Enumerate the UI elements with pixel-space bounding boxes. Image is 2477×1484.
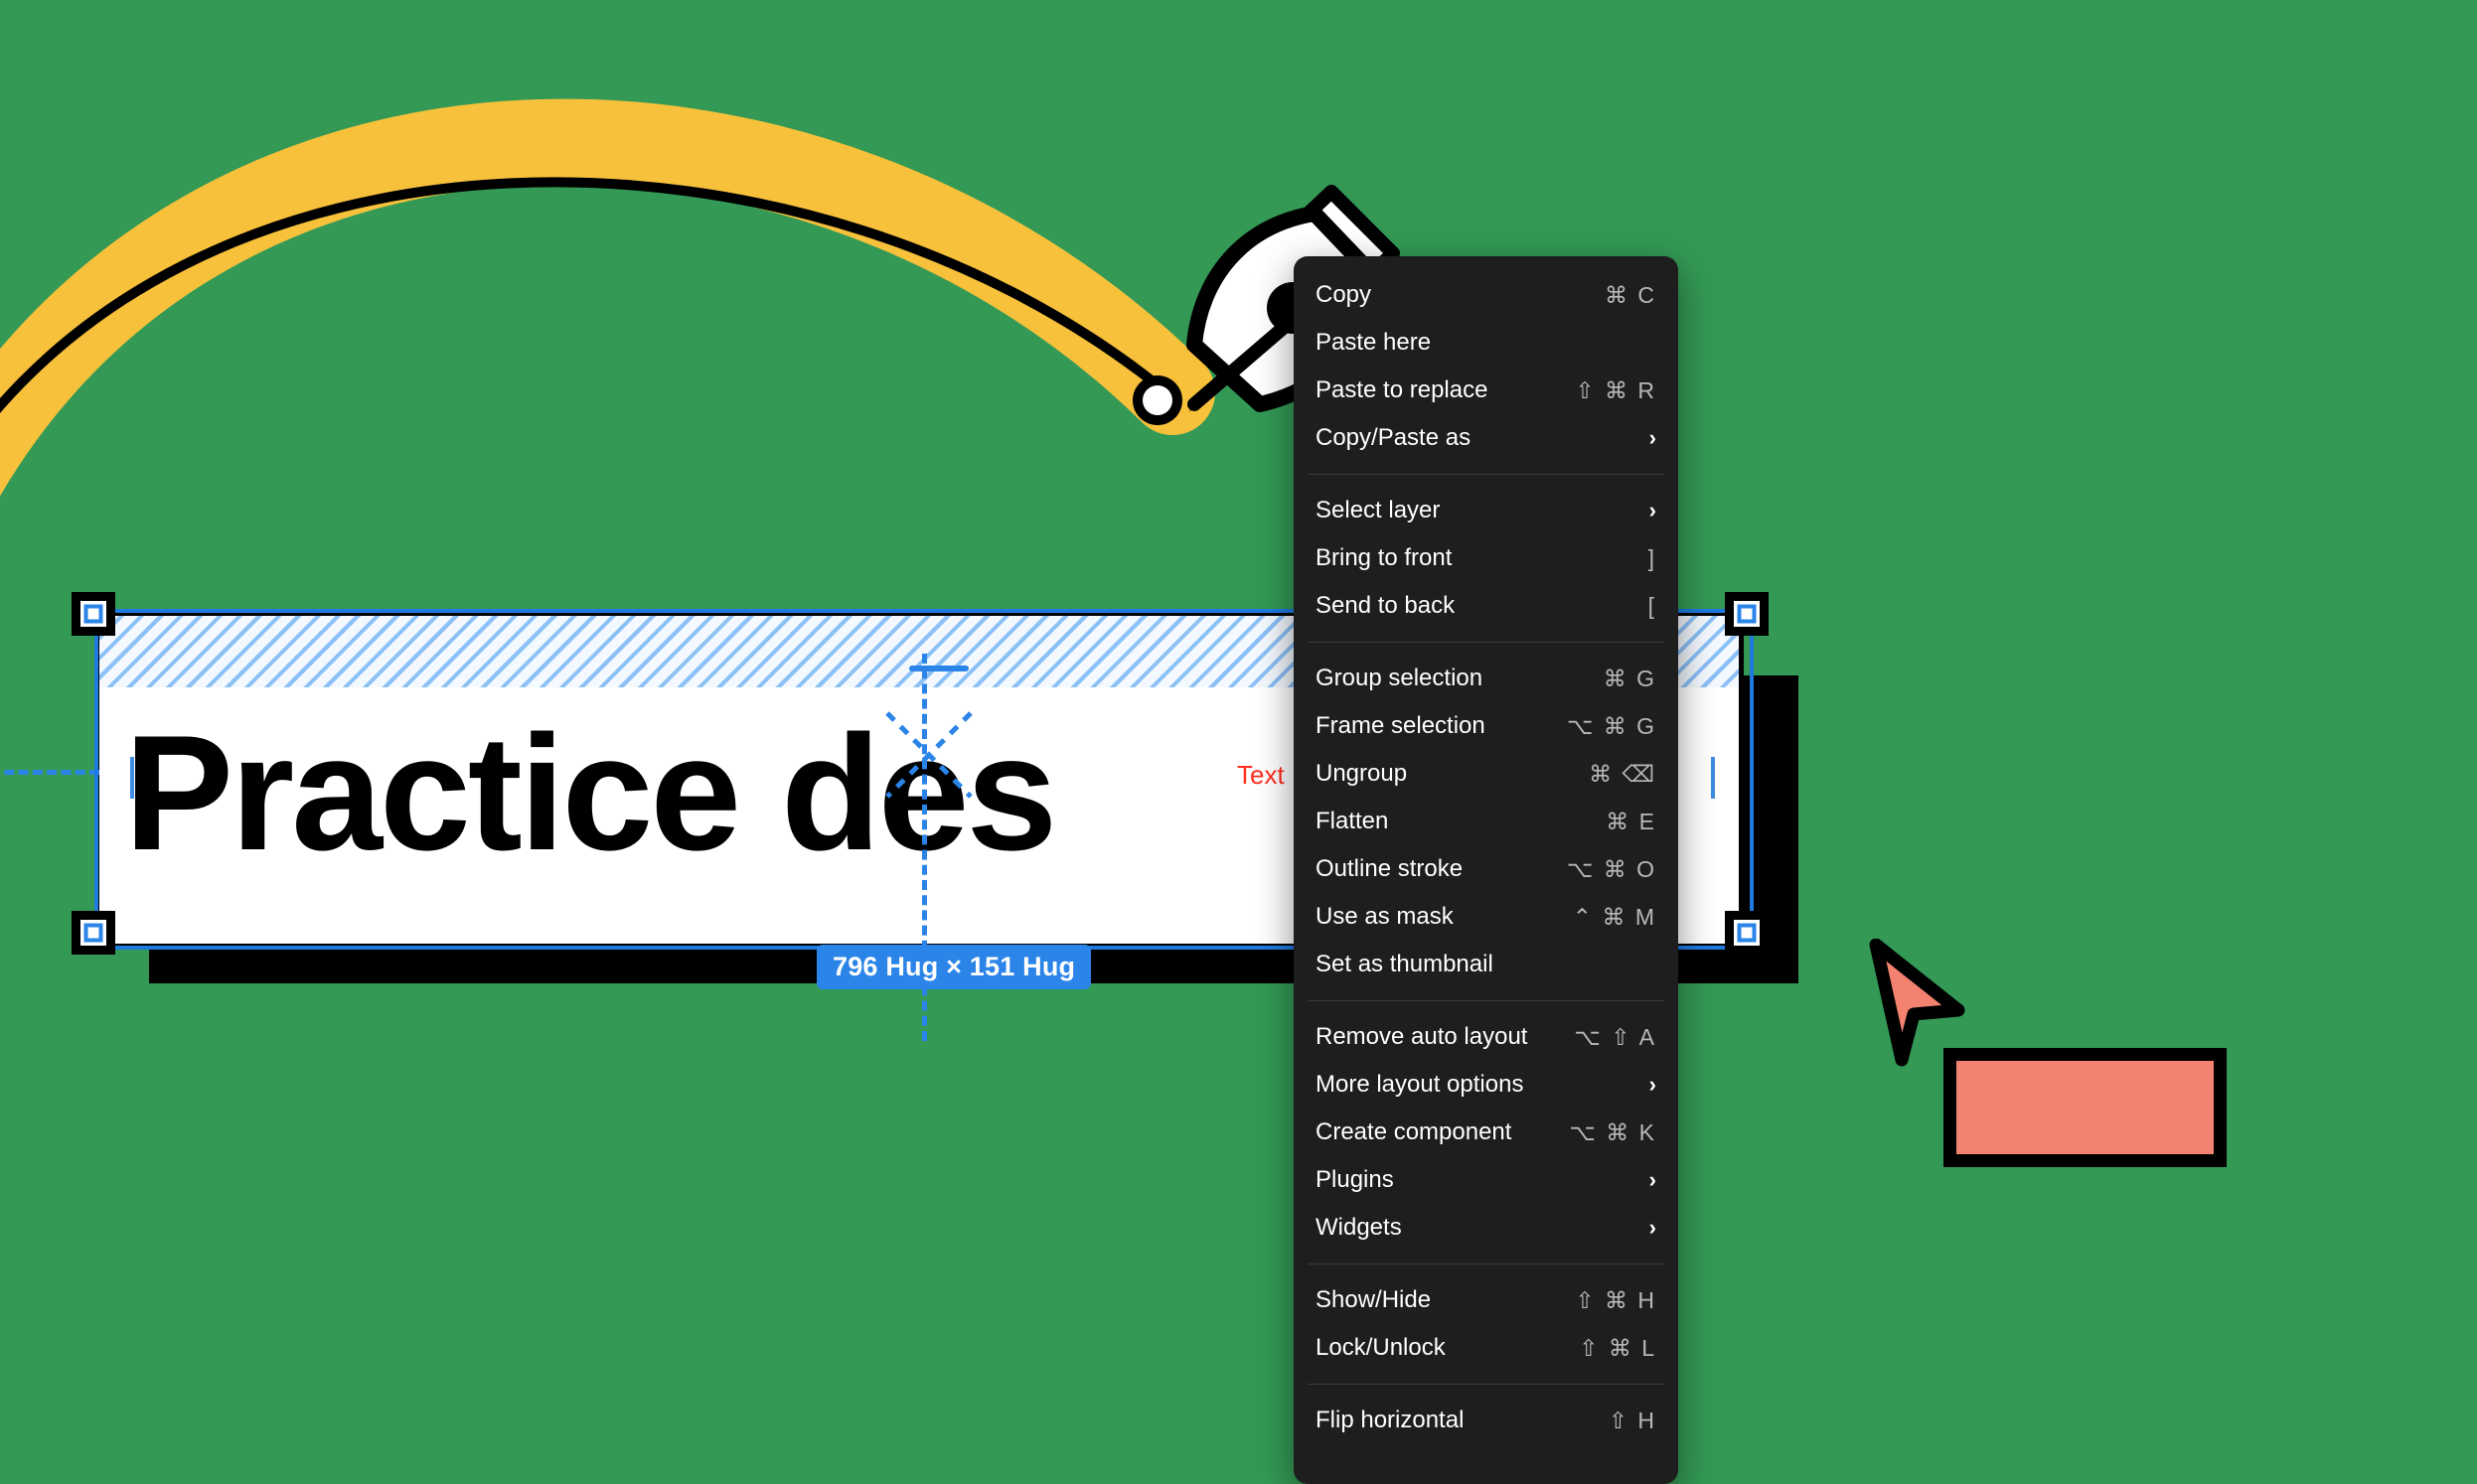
chevron-right-icon: ›: [1648, 1167, 1656, 1192]
chevron-right-icon: ›: [1648, 1072, 1656, 1097]
menu-item-label: Frame selection: [1316, 712, 1485, 739]
menu-item-label: Ungroup: [1316, 760, 1408, 787]
chevron-right-icon: ›: [1648, 498, 1656, 522]
text-baseline-tick-left: [130, 757, 134, 799]
menu-item-set-as-thumbnail[interactable]: Set as thumbnail: [1294, 941, 1678, 988]
menu-item-group-selection[interactable]: Group selection ⌘ G: [1294, 655, 1678, 702]
center-guide-top-mark: [909, 666, 969, 671]
menu-item-ungroup[interactable]: Ungroup ⌘ ⌫: [1294, 750, 1678, 798]
menu-item-shortcut: ⌥ ⌘ G: [1566, 712, 1656, 739]
menu-item-label: Create component: [1316, 1118, 1512, 1145]
menu-item-label: Bring to front: [1316, 544, 1453, 571]
menu-item-shortcut: ⇧ ⌘ H: [1575, 1286, 1656, 1313]
chevron-right-icon: ›: [1648, 1215, 1656, 1240]
menu-item-label: Copy/Paste as: [1316, 424, 1471, 451]
menu-item-label: Widgets: [1316, 1214, 1402, 1241]
resize-handle-top-left[interactable]: [72, 592, 115, 636]
menu-item-label: Flatten: [1316, 808, 1389, 834]
menu-item-label: Copy: [1316, 281, 1372, 308]
context-menu[interactable]: Copy ⌘ C Paste here Paste to replace ⇧ ⌘…: [1294, 256, 1678, 1484]
context-menu-group: Remove auto layout ⌥ ⇧ A More layout opt…: [1294, 1009, 1678, 1256]
context-menu-group: Flip horizontal ⇧ H: [1294, 1393, 1678, 1448]
menu-item-more-layout-options[interactable]: More layout options ›: [1294, 1061, 1678, 1109]
text-baseline-tick-right: [1711, 757, 1715, 799]
menu-item-frame-selection[interactable]: Frame selection ⌥ ⌘ G: [1294, 702, 1678, 750]
resize-handle-bottom-right[interactable]: [1725, 911, 1769, 955]
menu-item-copy[interactable]: Copy ⌘ C: [1294, 271, 1678, 319]
menu-item-shortcut: ⇧ H: [1608, 1407, 1656, 1433]
menu-item-label: Outline stroke: [1316, 855, 1464, 882]
context-menu-group: Copy ⌘ C Paste here Paste to replace ⇧ ⌘…: [1294, 267, 1678, 466]
context-menu-group: Select layer › Bring to front ] Send to …: [1294, 483, 1678, 634]
menu-item-label: Paste to replace: [1316, 376, 1488, 403]
menu-divider: [1308, 1384, 1664, 1385]
menu-divider: [1308, 1263, 1664, 1264]
menu-item-shortcut: ]: [1647, 544, 1656, 571]
menu-item-flip-horizontal[interactable]: Flip horizontal ⇧ H: [1294, 1397, 1678, 1444]
salmon-rectangle-shape[interactable]: [1943, 1048, 2227, 1167]
menu-item-select-layer[interactable]: Select layer ›: [1294, 487, 1678, 534]
menu-item-label: Group selection: [1316, 665, 1483, 691]
menu-item-shortcut: ⌘ ⌫: [1589, 760, 1656, 787]
arrow-cursor-icon: [1869, 939, 1965, 1067]
context-menu-group: Show/Hide ⇧ ⌘ H Lock/Unlock ⇧ ⌘ L: [1294, 1272, 1678, 1376]
menu-item-label: Show/Hide: [1316, 1286, 1432, 1313]
menu-item-label: Set as thumbnail: [1316, 951, 1493, 977]
menu-item-remove-auto-layout[interactable]: Remove auto layout ⌥ ⇧ A: [1294, 1013, 1678, 1061]
menu-item-send-to-back[interactable]: Send to back [: [1294, 582, 1678, 630]
menu-item-flatten[interactable]: Flatten ⌘ E: [1294, 798, 1678, 845]
menu-item-create-component[interactable]: Create component ⌥ ⌘ K: [1294, 1109, 1678, 1156]
menu-item-label: Use as mask: [1316, 903, 1454, 930]
menu-divider: [1308, 474, 1664, 475]
menu-item-shortcut: ⌥ ⌘ K: [1569, 1118, 1656, 1145]
menu-item-label: Paste here: [1316, 329, 1432, 356]
menu-item-shortcut: ⌘ G: [1603, 665, 1656, 691]
horizontal-align-guide: [0, 770, 99, 775]
size-badge: 796 Hug × 151 Hug: [817, 945, 1092, 989]
menu-item-label: Remove auto layout: [1316, 1023, 1528, 1050]
menu-item-shortcut: ⌥ ⇧ A: [1574, 1023, 1656, 1050]
menu-item-shortcut: [: [1647, 592, 1656, 619]
menu-item-lock-unlock[interactable]: Lock/Unlock ⇧ ⌘ L: [1294, 1324, 1678, 1372]
design-canvas[interactable]: Practice des Text 796 Hug × 151 Hug Copy: [0, 0, 2477, 1484]
menu-item-label: More layout options: [1316, 1071, 1524, 1098]
center-crosshair-guide: [885, 711, 973, 799]
menu-item-copy-paste-as[interactable]: Copy/Paste as ›: [1294, 414, 1678, 462]
menu-item-shortcut: ⌥ ⌘ O: [1566, 855, 1656, 882]
resize-handle-bottom-left[interactable]: [72, 911, 115, 955]
menu-item-shortcut: ⌃ ⌘ M: [1572, 903, 1656, 930]
context-menu-group: Group selection ⌘ G Frame selection ⌥ ⌘ …: [1294, 651, 1678, 992]
menu-item-shortcut: ⌘ C: [1605, 281, 1656, 308]
menu-item-paste-here[interactable]: Paste here: [1294, 319, 1678, 367]
menu-item-bring-to-front[interactable]: Bring to front ]: [1294, 534, 1678, 582]
menu-item-paste-to-replace[interactable]: Paste to replace ⇧ ⌘ R: [1294, 367, 1678, 414]
menu-item-outline-stroke[interactable]: Outline stroke ⌥ ⌘ O: [1294, 845, 1678, 893]
menu-item-show-hide[interactable]: Show/Hide ⇧ ⌘ H: [1294, 1276, 1678, 1324]
menu-item-shortcut: ⇧ ⌘ L: [1579, 1334, 1656, 1361]
menu-divider: [1308, 1000, 1664, 1001]
chevron-right-icon: ›: [1648, 425, 1656, 450]
menu-item-label: Plugins: [1316, 1166, 1394, 1193]
menu-item-shortcut: ⌘ E: [1606, 808, 1656, 834]
text-layer-name-badge: Text: [1237, 760, 1285, 790]
menu-item-label: Send to back: [1316, 592, 1456, 619]
menu-item-widgets[interactable]: Widgets ›: [1294, 1204, 1678, 1252]
menu-item-label: Lock/Unlock: [1316, 1334, 1446, 1361]
menu-item-shortcut: ⇧ ⌘ R: [1575, 376, 1656, 403]
resize-handle-top-right[interactable]: [1725, 592, 1769, 636]
menu-item-label: Select layer: [1316, 497, 1441, 523]
menu-item-use-as-mask[interactable]: Use as mask ⌃ ⌘ M: [1294, 893, 1678, 941]
menu-divider: [1308, 642, 1664, 643]
menu-item-plugins[interactable]: Plugins ›: [1294, 1156, 1678, 1204]
menu-item-label: Flip horizontal: [1316, 1407, 1465, 1433]
